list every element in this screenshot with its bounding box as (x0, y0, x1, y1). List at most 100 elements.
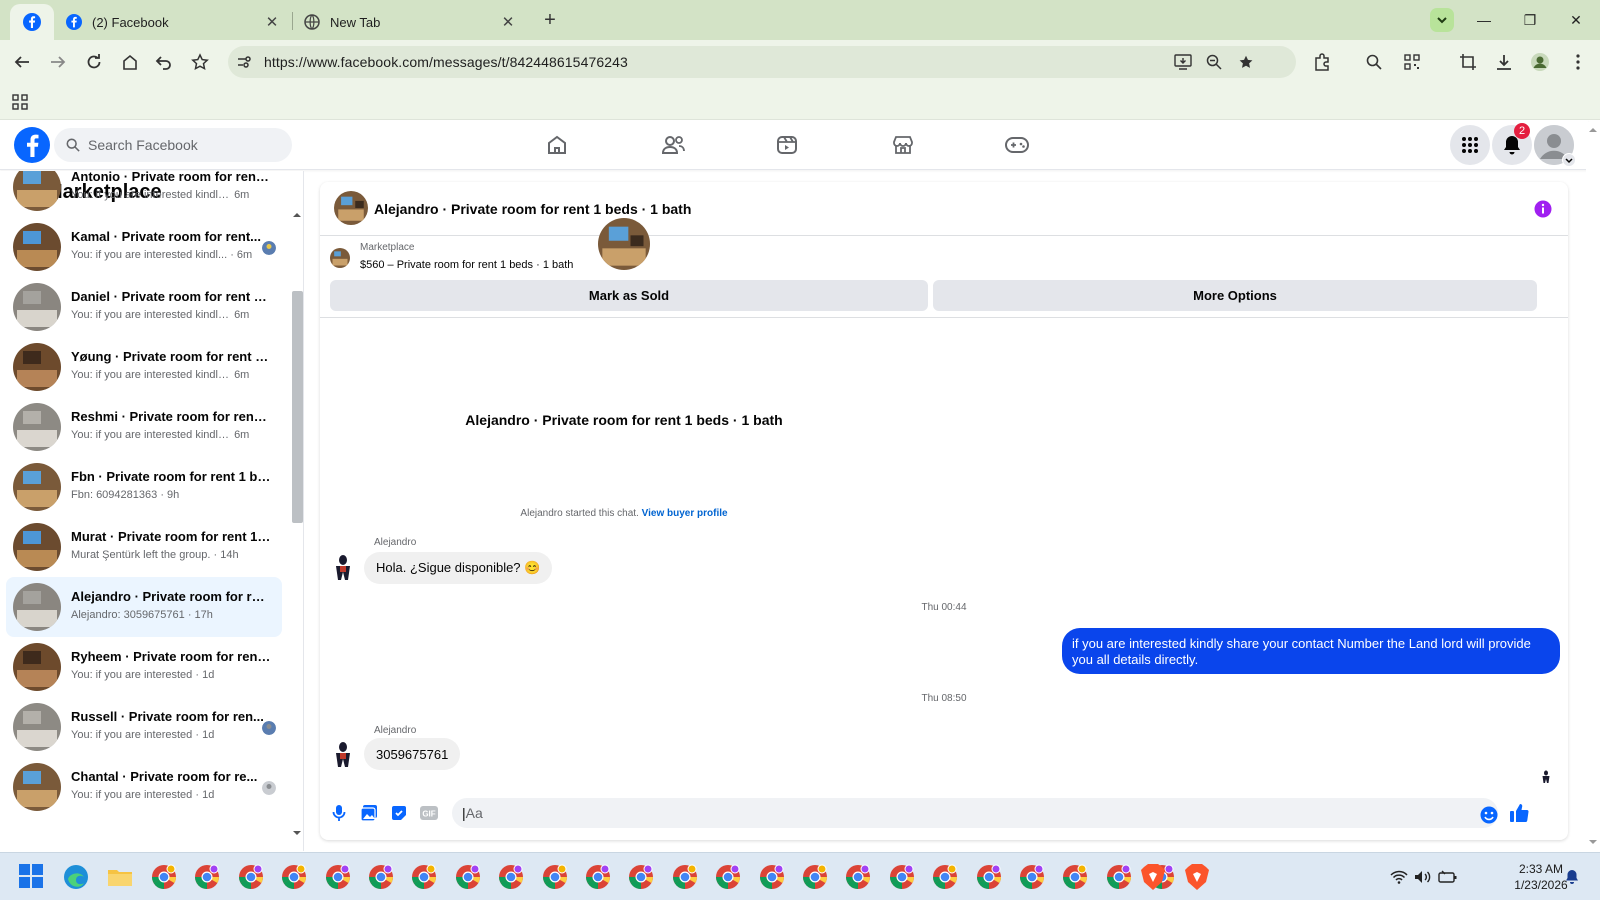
facebook-search-input[interactable]: Search Facebook (54, 128, 292, 162)
conversation-item[interactable]: Antonio · Private room for rent ... You: … (6, 171, 282, 217)
close-tab-icon[interactable]: ✕ (262, 12, 282, 32)
bookmark-star-icon[interactable] (1238, 54, 1254, 70)
chat-avatar[interactable] (334, 191, 368, 225)
conversation-item[interactable]: Ryheem · Private room for rent ... You: i… (6, 637, 282, 697)
nav-friends-icon[interactable] (658, 130, 688, 160)
zoom-icon[interactable] (1206, 54, 1222, 70)
listing-price[interactable]: $560 – Private room for rent 1 beds · 1 … (360, 259, 573, 271)
scroll-up-icon[interactable] (293, 211, 301, 219)
scrollbar-thumb[interactable] (292, 291, 303, 523)
chrome-browser-icon[interactable] (714, 863, 742, 891)
qr-code-icon[interactable] (1400, 50, 1424, 74)
account-avatar[interactable] (1534, 125, 1576, 167)
view-buyer-profile-link[interactable]: View buyer profile (642, 508, 728, 519)
chrome-browser-icon[interactable] (1105, 863, 1133, 891)
scroll-up-icon[interactable] (1589, 126, 1597, 134)
battery-icon[interactable] (1438, 867, 1458, 887)
home-icon[interactable] (118, 50, 142, 74)
photo-icon[interactable] (358, 802, 380, 824)
back-icon[interactable] (10, 50, 34, 74)
profile-avatar-icon[interactable] (1528, 50, 1552, 74)
nav-video-icon[interactable] (772, 130, 802, 160)
file-explorer-icon[interactable] (106, 863, 134, 891)
extensions-icon[interactable] (1310, 50, 1334, 74)
info-icon[interactable] (1534, 200, 1552, 218)
crop-icon[interactable] (1456, 50, 1480, 74)
scroll-down-icon[interactable] (293, 829, 301, 837)
chat-intro-avatar[interactable] (598, 218, 650, 270)
reload-icon[interactable] (82, 50, 106, 74)
install-app-icon[interactable] (1174, 54, 1192, 70)
gif-icon[interactable]: GIF (418, 802, 440, 824)
chat-title[interactable]: Alejandro · Private room for rent 1 beds… (374, 201, 691, 217)
brave-browser-icon[interactable] (1184, 863, 1212, 891)
incoming-message-bubble[interactable]: 3059675761 (364, 738, 461, 770)
chrome-browser-icon[interactable] (1018, 863, 1046, 891)
chrome-browser-icon[interactable] (150, 863, 178, 891)
listing-thumbnail[interactable] (330, 248, 350, 268)
chrome-browser-icon[interactable] (844, 863, 872, 891)
address-bar[interactable]: https://www.facebook.com/messages/t/8424… (228, 46, 1296, 78)
download-icon[interactable] (1492, 50, 1516, 74)
chrome-browser-icon[interactable] (671, 863, 699, 891)
edge-browser-icon[interactable] (62, 863, 90, 891)
close-window-button[interactable]: ✕ (1564, 8, 1588, 32)
restore-button[interactable]: ❐ (1518, 8, 1542, 32)
outgoing-message-bubble[interactable]: if you are interested kindly share your … (1062, 628, 1560, 674)
more-options-button[interactable]: More Options (933, 280, 1537, 311)
site-settings-icon[interactable] (236, 54, 252, 70)
chrome-browser-icon[interactable] (193, 863, 221, 891)
chrome-browser-icon[interactable] (801, 863, 829, 891)
chrome-browser-icon[interactable] (975, 863, 1003, 891)
chrome-browser-icon[interactable] (237, 863, 265, 891)
microphone-icon[interactable] (328, 802, 350, 824)
sticker-icon[interactable] (388, 802, 410, 824)
chrome-browser-icon[interactable] (410, 863, 438, 891)
conversation-item[interactable]: Chantal · Private room for re... You: if … (6, 757, 282, 817)
chrome-browser-icon[interactable] (888, 863, 916, 891)
apps-grid-icon[interactable] (12, 94, 28, 110)
scroll-down-icon[interactable] (1589, 838, 1597, 846)
conversation-item[interactable]: Alejandro · Private room for ren... Aleja… (6, 577, 282, 637)
conversation-item[interactable]: Russell · Private room for ren... You: if… (6, 697, 282, 757)
conversation-item[interactable]: Murat · Private room for rent 1 ... Murat… (6, 517, 282, 577)
chrome-browser-icon[interactable] (931, 863, 959, 891)
bookmark-star-icon[interactable] (188, 50, 212, 74)
minimize-button[interactable]: — (1472, 8, 1496, 32)
menu-grid-button[interactable] (1450, 125, 1490, 165)
incoming-message-bubble[interactable]: Hola. ¿Sigue disponible? 😊 (364, 552, 553, 584)
nav-home-icon[interactable] (542, 130, 572, 160)
new-tab-button[interactable]: + (538, 8, 562, 32)
close-tab-icon[interactable]: ✕ (498, 12, 518, 32)
conversation-item[interactable]: Yøung · Private room for rent 1 ... You: … (6, 337, 282, 397)
page-scrollbar[interactable] (1586, 122, 1600, 850)
message-input[interactable]: | Aa (452, 798, 1498, 828)
wifi-icon[interactable] (1390, 867, 1408, 887)
brave-browser-icon[interactable] (1140, 863, 1168, 891)
facebook-logo-icon[interactable] (14, 127, 50, 163)
chrome-browser-icon[interactable] (758, 863, 786, 891)
chrome-browser-icon[interactable] (454, 863, 482, 891)
chrome-browser-icon[interactable] (627, 863, 655, 891)
sender-avatar[interactable] (332, 741, 354, 769)
sidebar-scrollbar[interactable] (290, 211, 303, 851)
chrome-browser-icon[interactable] (541, 863, 569, 891)
search-icon[interactable] (1362, 50, 1386, 74)
thumbs-up-icon[interactable] (1508, 802, 1530, 824)
conversation-item[interactable]: Kamal · Private room for rent... You: if … (6, 217, 282, 277)
windows-start-icon[interactable] (18, 863, 46, 891)
more-menu-icon[interactable] (1566, 50, 1590, 74)
chrome-browser-icon[interactable] (497, 863, 525, 891)
sender-avatar[interactable] (332, 554, 354, 582)
chrome-browser-icon[interactable] (367, 863, 395, 891)
chrome-browser-icon[interactable] (280, 863, 308, 891)
nav-marketplace-icon[interactable] (888, 130, 918, 160)
conversation-item[interactable]: Daniel · Private room for rent 1 ... You:… (6, 277, 282, 337)
tab-facebook[interactable]: (2) Facebook ✕ (60, 4, 290, 40)
notification-center-icon[interactable] (1564, 867, 1580, 887)
nav-gaming-icon[interactable] (1002, 130, 1032, 160)
chrome-browser-icon[interactable] (584, 863, 612, 891)
volume-icon[interactable] (1414, 867, 1432, 887)
chrome-browser-icon[interactable] (324, 863, 352, 891)
mark-as-sold-button[interactable]: Mark as Sold (330, 280, 928, 311)
